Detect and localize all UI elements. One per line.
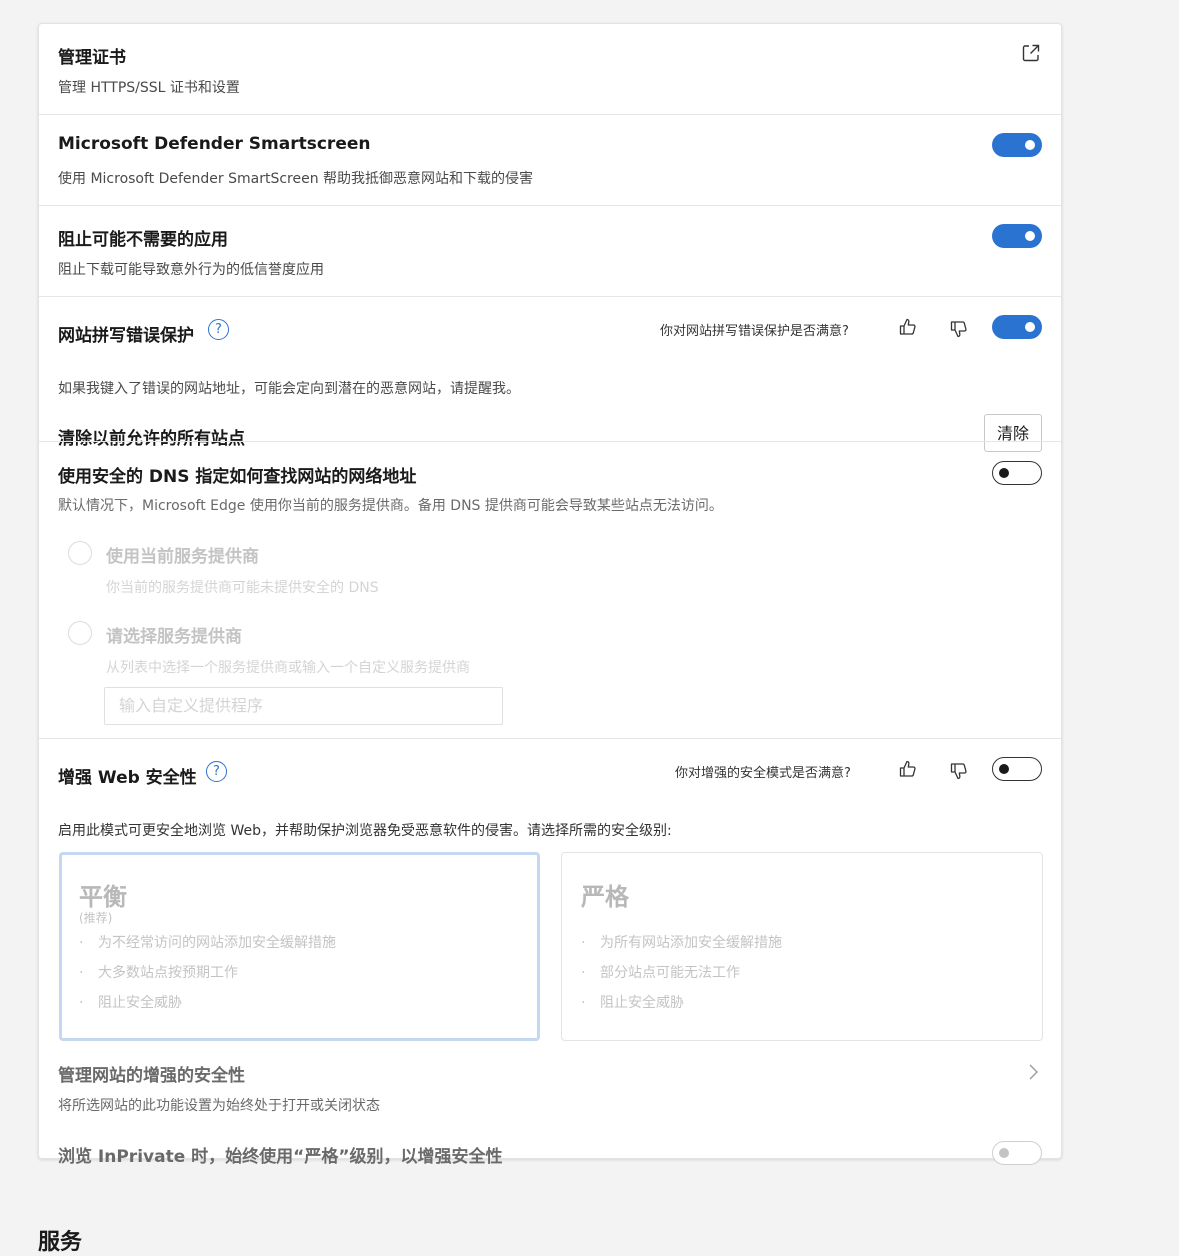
- radio-choose-provider-desc: 从列表中选择一个服务提供商或输入一个自定义服务提供商: [106, 660, 470, 676]
- services-section-heading: 服务: [38, 1230, 83, 1255]
- secure-dns-title: 使用安全的 DNS 指定如何查找网站的网络地址: [58, 467, 417, 487]
- toggle-knob: [999, 1148, 1009, 1158]
- secure-dns-desc: 默认情况下，Microsoft Edge 使用你当前的服务提供商。备用 DNS …: [58, 498, 723, 514]
- enhanced-security-desc: 启用此模式可更安全地浏览 Web，并帮助保护浏览器免受恶意软件的侵害。请选择所需…: [58, 823, 672, 839]
- list-item: 阻止安全威胁: [79, 993, 336, 1023]
- level-balanced-list: 为不经常访问的网站添加安全缓解措施 大多数站点按预期工作 阻止安全威胁: [79, 933, 336, 1023]
- manage-certificates-title: 管理证书: [58, 48, 126, 68]
- list-item: 阻止安全威胁: [581, 993, 782, 1023]
- pua-row: 阻止可能不需要的应用 阻止下载可能导致意外行为的低信誉度应用: [39, 206, 1061, 296]
- radio-choose-provider-label: 请选择服务提供商: [106, 627, 242, 647]
- chevron-right-icon: [1029, 1064, 1038, 1080]
- manage-certificates-desc: 管理 HTTPS/SSL 证书和设置: [58, 80, 240, 96]
- thumbs-down-icon[interactable]: [949, 761, 969, 781]
- enhanced-feedback-question: 你对增强的安全模式是否满意?: [675, 766, 851, 781]
- list-item: 大多数站点按预期工作: [79, 963, 336, 993]
- list-item: 为所有网站添加安全缓解措施: [581, 933, 782, 963]
- level-strict-card[interactable]: 严格 为所有网站添加安全缓解措施 部分站点可能无法工作 阻止安全威胁: [561, 852, 1043, 1041]
- toggle-knob: [1025, 322, 1035, 332]
- smartscreen-row: Microsoft Defender Smartscreen 使用 Micros…: [39, 115, 1061, 205]
- enhanced-security-title: 增强 Web 安全性: [58, 768, 197, 788]
- level-strict-title: 严格: [581, 883, 629, 911]
- list-item: 部分站点可能无法工作: [581, 963, 782, 993]
- manage-enhanced-sites-desc: 将所选网站的此功能设置为始终处于打开或关闭状态: [58, 1098, 380, 1114]
- secure-dns-toggle[interactable]: [992, 461, 1042, 485]
- radio-choose-provider[interactable]: [68, 621, 92, 645]
- help-icon[interactable]: ?: [208, 319, 229, 340]
- level-balanced-recommended: (推荐): [79, 911, 113, 925]
- custom-provider-input[interactable]: 输入自定义提供程序: [104, 687, 503, 725]
- toggle-knob: [999, 764, 1009, 774]
- toggle-knob: [1025, 140, 1035, 150]
- help-icon[interactable]: ?: [206, 761, 227, 782]
- smartscreen-desc: 使用 Microsoft Defender SmartScreen 帮助我抵御恶…: [58, 171, 534, 187]
- level-strict-list: 为所有网站添加安全缓解措施 部分站点可能无法工作 阻止安全威胁: [581, 933, 782, 1023]
- manage-certificates-row[interactable]: 管理证书 管理 HTTPS/SSL 证书和设置: [39, 24, 1061, 114]
- enhanced-security-toggle[interactable]: [992, 757, 1042, 781]
- security-settings-card: 管理证书 管理 HTTPS/SSL 证书和设置 Microsoft Defend…: [38, 23, 1062, 1167]
- enhanced-security-row: 增强 Web 安全性 ? 你对增强的安全模式是否满意? 启用此模式可更安全地浏览…: [39, 739, 1061, 1167]
- pua-title: 阻止可能不需要的应用: [58, 230, 228, 250]
- smartscreen-toggle[interactable]: [992, 133, 1042, 157]
- pua-desc: 阻止下载可能导致意外行为的低信誉度应用: [58, 262, 324, 278]
- radio-current-provider[interactable]: [68, 541, 92, 565]
- radio-current-provider-label: 使用当前服务提供商: [106, 547, 259, 567]
- manage-enhanced-sites-row[interactable]: 管理网站的增强的安全性 将所选网站的此功能设置为始终处于打开或关闭状态: [39, 1057, 1061, 1121]
- thumbs-up-icon[interactable]: [898, 317, 918, 337]
- level-balanced-card[interactable]: 平衡 (推荐) 为不经常访问的网站添加安全缓解措施 大多数站点按预期工作 阻止安…: [59, 852, 540, 1041]
- smartscreen-title: Microsoft Defender Smartscreen: [58, 134, 371, 154]
- toggle-knob: [1025, 231, 1035, 241]
- secure-dns-row: 使用安全的 DNS 指定如何查找网站的网络地址 默认情况下，Microsoft …: [39, 442, 1061, 738]
- typo-protection-title: 网站拼写错误保护: [58, 326, 194, 346]
- thumbs-up-icon[interactable]: [898, 759, 918, 779]
- typo-protection-toggle[interactable]: [992, 315, 1042, 339]
- inprivate-strict-toggle[interactable]: [992, 1141, 1042, 1165]
- level-balanced-title: 平衡: [79, 883, 127, 911]
- external-link-icon[interactable]: [1021, 43, 1041, 63]
- typo-feedback-question: 你对网站拼写错误保护是否满意?: [660, 324, 849, 339]
- pua-toggle[interactable]: [992, 224, 1042, 248]
- toggle-knob: [999, 468, 1009, 478]
- radio-current-provider-desc: 你当前的服务提供商可能未提供安全的 DNS: [106, 580, 379, 596]
- typo-protection-row: 网站拼写错误保护 ? 你对网站拼写错误保护是否满意? 如果我键入了错误的网站地址…: [39, 297, 1061, 452]
- inprivate-strict-title: 浏览 InPrivate 时，始终使用“严格”级别，以增强安全性: [58, 1147, 503, 1167]
- list-item: 为不经常访问的网站添加安全缓解措施: [79, 933, 336, 963]
- typo-protection-desc: 如果我键入了错误的网站地址，可能会定向到潜在的恶意网站，请提醒我。: [58, 381, 520, 397]
- thumbs-down-icon[interactable]: [949, 319, 969, 339]
- manage-enhanced-sites-title: 管理网站的增强的安全性: [58, 1066, 245, 1086]
